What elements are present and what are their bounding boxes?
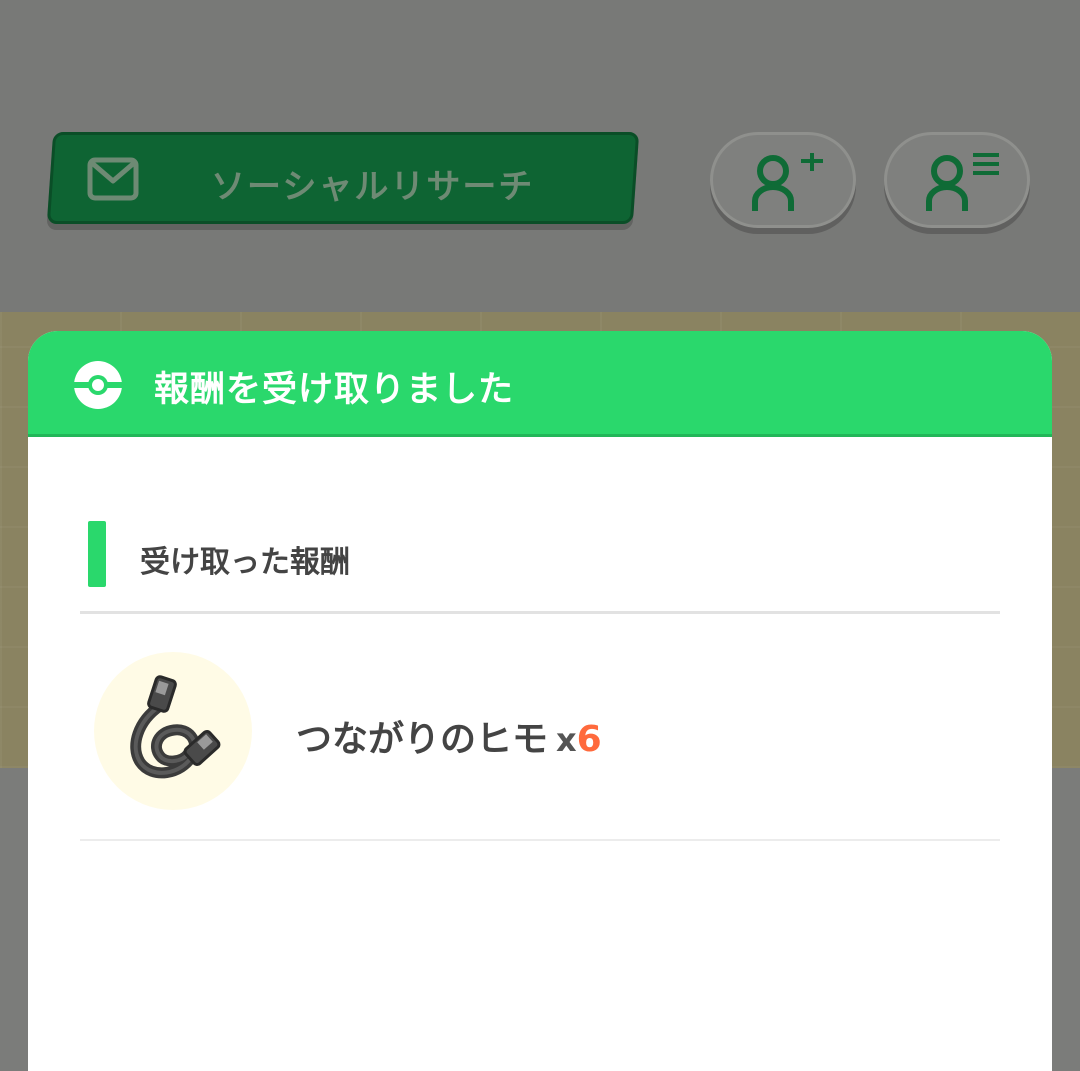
section-title: 受け取った報酬 — [140, 545, 350, 580]
modal-title: 報酬を受け取りました — [154, 370, 515, 410]
reward-multiplier: x — [556, 721, 577, 759]
reward-item-row: つながりのヒモ x6 — [80, 614, 1000, 839]
link-cable-icon — [130, 675, 221, 779]
add-person-icon — [752, 153, 823, 211]
divider — [80, 839, 1000, 841]
social-research-label: ソーシャルリサーチ — [211, 167, 535, 207]
pokeball-icon — [72, 361, 124, 409]
reward-item-name: つながりのヒモ — [296, 719, 549, 760]
section-accent-bar — [88, 521, 106, 587]
reward-item-label: つながりのヒモ x6 — [296, 710, 602, 762]
modal-header: 報酬を受け取りました — [28, 331, 1052, 437]
reward-item-image — [94, 652, 252, 810]
social-research-button[interactable]: ソーシャルリサーチ — [46, 132, 640, 224]
mail-icon — [87, 157, 139, 201]
person-list-icon — [926, 153, 999, 211]
reward-modal: 報酬を受け取りました 受け取った報酬 つながりのヒモ x6 — [28, 331, 1052, 1071]
reward-count: 6 — [576, 719, 602, 760]
add-friend-button[interactable] — [710, 132, 856, 228]
friend-list-button[interactable] — [884, 132, 1030, 228]
